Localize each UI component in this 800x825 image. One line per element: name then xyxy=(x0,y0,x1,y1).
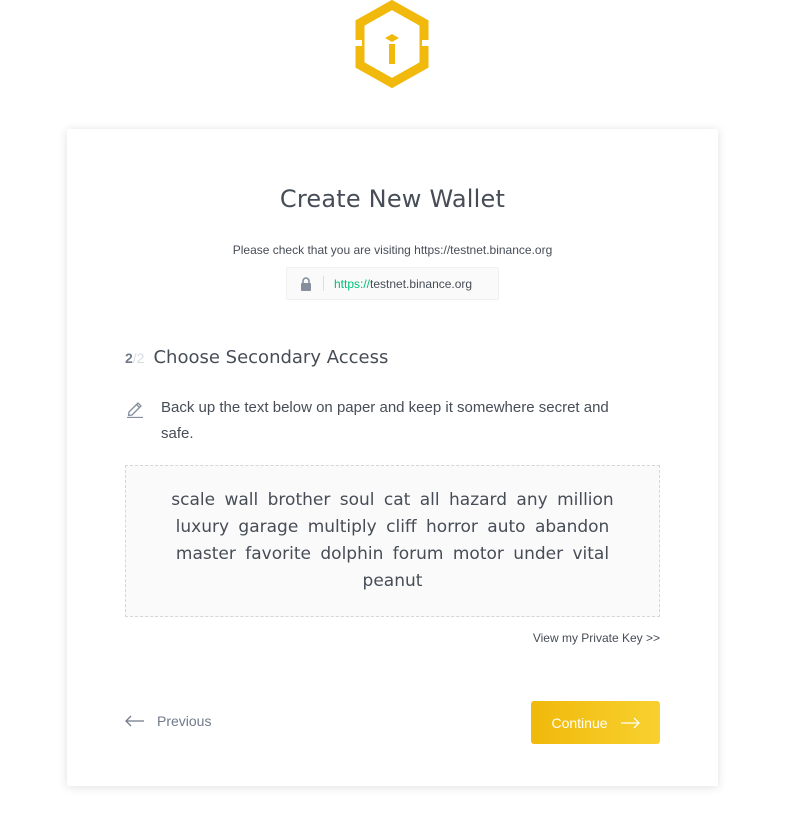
step-title: Choose Secondary Access xyxy=(153,347,389,368)
lock-icon xyxy=(301,276,311,291)
url-domain: testnet.binance.org xyxy=(370,276,473,291)
create-wallet-card: Create New Wallet Please check that you … xyxy=(67,129,718,786)
previous-label: Previous xyxy=(157,713,212,729)
step-current: 2 xyxy=(125,350,133,366)
continue-button[interactable]: Continue xyxy=(531,701,660,744)
url-separator xyxy=(323,276,324,291)
view-private-key-link[interactable]: View my Private Key >> xyxy=(533,631,660,645)
backup-instruction-text: Back up the text below on paper and keep… xyxy=(161,399,609,442)
step-total: /2 xyxy=(132,350,145,366)
arrow-right-icon xyxy=(620,717,640,728)
backup-instruction: Back up the text below on paper and keep… xyxy=(125,395,645,447)
arrow-left-icon xyxy=(125,715,144,727)
pen-icon xyxy=(127,402,143,418)
previous-button[interactable]: Previous xyxy=(125,713,211,729)
mnemonic-phrase-box: scale wall brother soul cat all hazard a… xyxy=(125,465,660,617)
phishing-notice: Please check that you are visiting https… xyxy=(232,243,553,257)
mnemonic-phrase: scale wall brother soul cat all hazard a… xyxy=(171,490,614,591)
continue-label: Continue xyxy=(551,714,608,731)
url-text: https://testnet.binance.org xyxy=(334,277,472,291)
url-protocol: https:// xyxy=(334,276,371,291)
page-title: Create New Wallet xyxy=(279,185,506,213)
binance-logo-icon xyxy=(354,0,430,88)
url-verification-box: https://testnet.binance.org xyxy=(286,267,499,300)
step-heading: 2 /2 Choose Secondary Access xyxy=(125,347,388,368)
